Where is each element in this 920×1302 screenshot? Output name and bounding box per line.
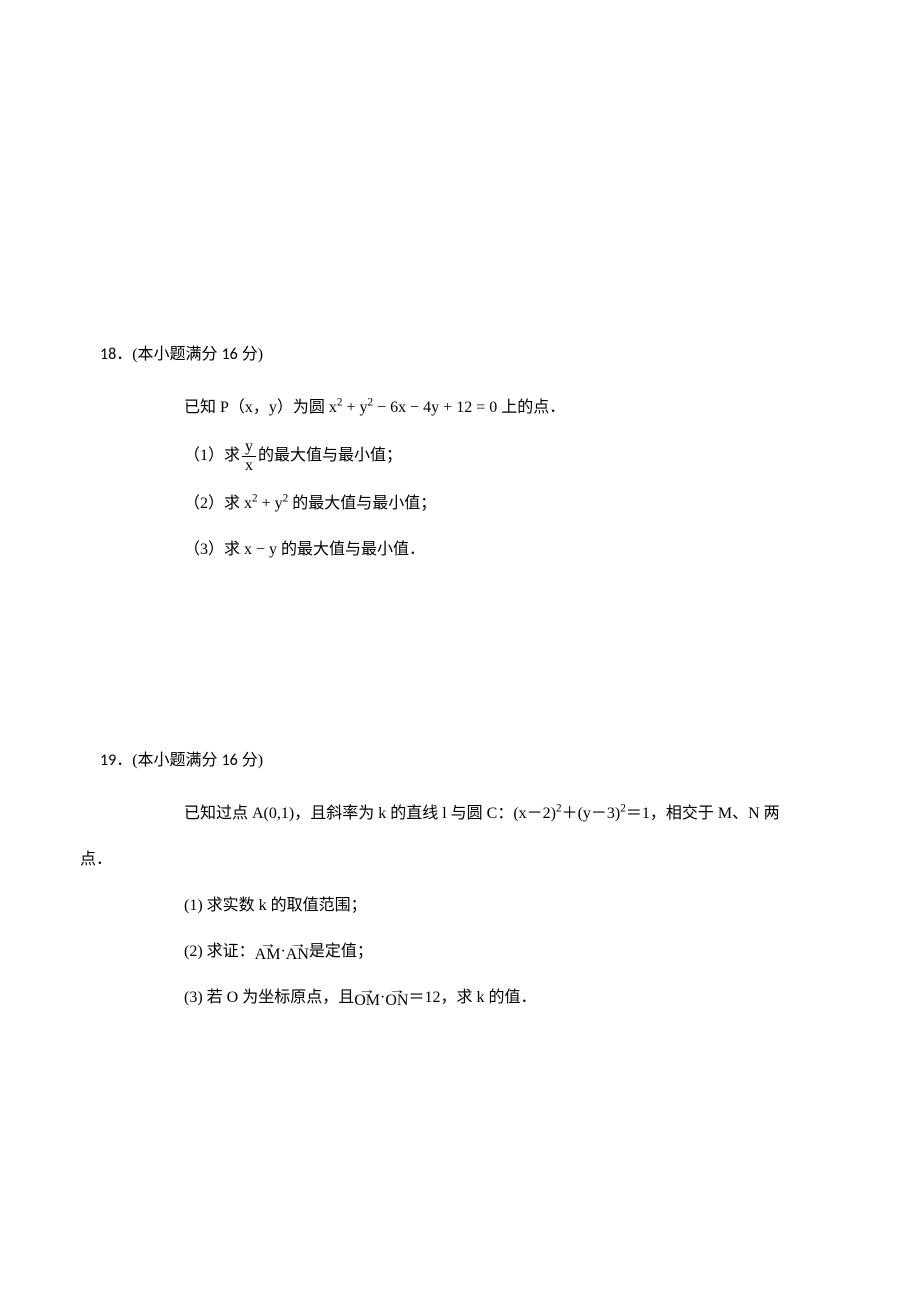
- intro-line-2: 点．: [80, 844, 820, 876]
- intro-l2: 点．: [80, 851, 112, 868]
- q1-tail: 的最大值与最小值；: [258, 440, 402, 472]
- arrow-icon: →: [358, 984, 376, 996]
- points-prefix: ．(本小题满分: [116, 346, 221, 363]
- q2-tail: 的最大值与最小值；: [288, 495, 436, 512]
- intro-line-1: 已知过点 A(0,1)，且斜率为 k 的直线 l 与圆 C：(x－2)2＋(y－…: [184, 798, 820, 830]
- vector-an: →AN: [286, 936, 309, 961]
- q2-x: x: [244, 495, 252, 512]
- fraction-y-over-x: y x: [242, 438, 256, 474]
- sub-question-1: （1）求 y x 的最大值与最小值；: [184, 438, 820, 474]
- eq-plus-y: + y: [343, 399, 368, 416]
- points-prefix: ．(本小题满分: [116, 752, 221, 769]
- problem-number: 19: [100, 751, 116, 770]
- q2-label: （2）求: [184, 495, 244, 512]
- q2-a: (2) 求证：: [184, 943, 255, 960]
- intro-equation: x2 + y2 − 6x − 4y + 12 = 0: [329, 399, 497, 416]
- frac-numerator: y: [242, 438, 256, 456]
- sub-question-3: (3) 若 O 为坐标原点，且→OM·→ON＝12，求 k 的值．: [184, 982, 820, 1014]
- sub-question-1: (1) 求实数 k 的取值范围；: [184, 890, 820, 922]
- problem-18: 18．(本小题满分 16 分) 已知 P（x，y）为圆 x2 + y2 − 6x…: [100, 340, 820, 566]
- problem-header: 19．(本小题满分 16 分): [100, 746, 820, 770]
- q3-b: ＝12，求 k 的值．: [408, 989, 536, 1006]
- eq-x: x: [329, 399, 337, 416]
- q2-expression: x2 + y2: [244, 495, 288, 512]
- sub-question-3: （3）求 x − y 的最大值与最小值．: [184, 534, 820, 566]
- eq-rest: − 6x − 4y + 12 = 0: [373, 399, 497, 416]
- problem-body: 已知 P（x，y）为圆 x2 + y2 − 6x − 4y + 12 = 0 上…: [100, 392, 820, 566]
- q3-tail: 的最大值与最小值．: [277, 541, 425, 558]
- intro-line: 已知 P（x，y）为圆 x2 + y2 − 6x − 4y + 12 = 0 上…: [184, 392, 820, 424]
- points-suffix: 分): [238, 346, 263, 363]
- q3-label: （3）求: [184, 541, 244, 558]
- frac-denominator: x: [242, 456, 256, 475]
- problem-19: 19．(本小题满分 16 分) 已知过点 A(0,1)，且斜率为 k 的直线 l…: [100, 746, 820, 1014]
- intro-suffix: 上的点．: [497, 399, 565, 416]
- points-value: 16: [222, 345, 238, 364]
- arrow-icon: →: [288, 938, 306, 950]
- vector-am: →AM: [255, 936, 281, 961]
- points-value: 16: [222, 751, 238, 770]
- intro-part-b: ＋(y－3): [562, 805, 621, 822]
- intro-part-c: ＝1，相交于 M、N 两: [626, 805, 780, 822]
- intro-part-a: 已知过点 A(0,1)，且斜率为 k 的直线 l 与圆 C：(x－2): [184, 805, 556, 822]
- q1-label: （1）求: [184, 440, 240, 472]
- q3-expression: x − y: [244, 541, 277, 558]
- vector-om: →OM: [354, 982, 380, 1007]
- sub-question-2: (2) 求证：→AM·→AN是定值；: [184, 936, 820, 968]
- q3-a: (3) 若 O 为坐标原点，且: [184, 989, 354, 1006]
- q2-b: 是定值；: [309, 943, 373, 960]
- vector-on: →ON: [385, 982, 408, 1007]
- problem-header: 18．(本小题满分 16 分): [100, 340, 820, 364]
- arrow-icon: →: [259, 938, 277, 950]
- q1-text: (1) 求实数 k 的取值范围；: [184, 897, 367, 914]
- sub-question-2: （2）求 x2 + y2 的最大值与最小值；: [184, 488, 820, 520]
- intro-prefix: 已知 P（x，y）为圆: [184, 399, 329, 416]
- arrow-icon: →: [388, 984, 406, 996]
- problem-body: 已知过点 A(0,1)，且斜率为 k 的直线 l 与圆 C：(x－2)2＋(y－…: [100, 798, 820, 1014]
- points-suffix: 分): [238, 752, 263, 769]
- q2-plus-y: + y: [258, 495, 283, 512]
- page: 18．(本小题满分 16 分) 已知 P（x，y）为圆 x2 + y2 − 6x…: [0, 0, 920, 1302]
- problem-number: 18: [100, 345, 116, 364]
